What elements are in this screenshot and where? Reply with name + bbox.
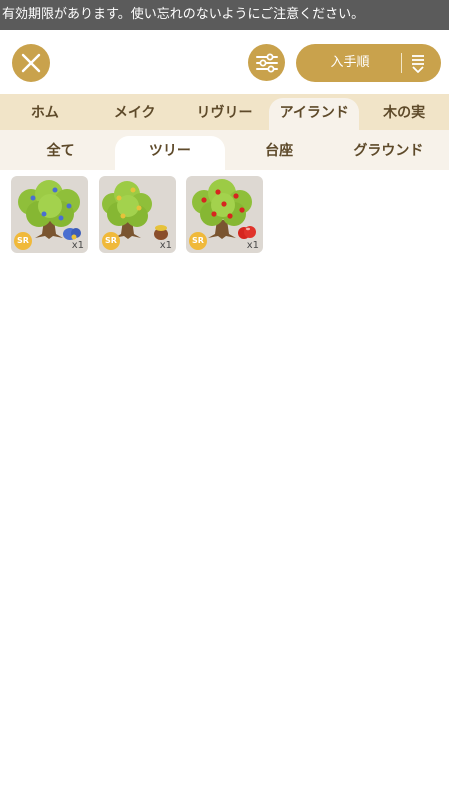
tab-make[interactable]: メイク bbox=[90, 94, 180, 130]
sort-descending-icon bbox=[412, 55, 424, 73]
item-card[interactable]: SR x1 bbox=[186, 176, 263, 253]
tab-home[interactable]: ホム bbox=[0, 94, 90, 130]
subcategory-tab-bar: 全て ツリー 台座 グラウンド bbox=[0, 130, 449, 170]
rarity-badge: SR bbox=[14, 232, 32, 250]
tab-tree-nut[interactable]: 木の実 bbox=[359, 94, 449, 130]
tab-livly[interactable]: リヴリー bbox=[180, 94, 270, 130]
subtab-ground[interactable]: グラウンド bbox=[334, 130, 443, 170]
close-icon bbox=[21, 53, 41, 73]
close-button[interactable] bbox=[12, 44, 50, 82]
subtab-pedestal[interactable]: 台座 bbox=[225, 130, 334, 170]
chestnut-icon bbox=[154, 225, 168, 240]
rarity-badge: SR bbox=[102, 232, 120, 250]
subtab-all[interactable]: 全て bbox=[6, 130, 115, 170]
filter-sliders-icon bbox=[255, 53, 278, 72]
item-quantity: x1 bbox=[159, 240, 172, 251]
header-bar: 入手順 bbox=[0, 30, 449, 94]
item-card[interactable]: SR x1 bbox=[11, 176, 88, 253]
category-tab-bar: ホム メイク リヴリー アイランド 木の実 bbox=[0, 94, 449, 130]
expiry-notice-banner: 有効期限があります。使い忘れのないようにご注意ください。 bbox=[0, 0, 449, 30]
item-quantity: x1 bbox=[246, 240, 259, 251]
blueberry-icon bbox=[63, 228, 81, 240]
sort-order-button[interactable]: 入手順 bbox=[296, 44, 441, 82]
apple-icon bbox=[238, 226, 256, 239]
sort-divider bbox=[401, 53, 402, 73]
subtab-tree[interactable]: ツリー bbox=[115, 136, 225, 170]
item-card[interactable]: SR x1 bbox=[99, 176, 176, 253]
tab-island[interactable]: アイランド bbox=[269, 98, 360, 130]
sort-order-label: 入手順 bbox=[330, 55, 370, 70]
rarity-badge: SR bbox=[189, 232, 207, 250]
item-quantity: x1 bbox=[71, 240, 84, 251]
filter-button[interactable] bbox=[248, 44, 285, 81]
